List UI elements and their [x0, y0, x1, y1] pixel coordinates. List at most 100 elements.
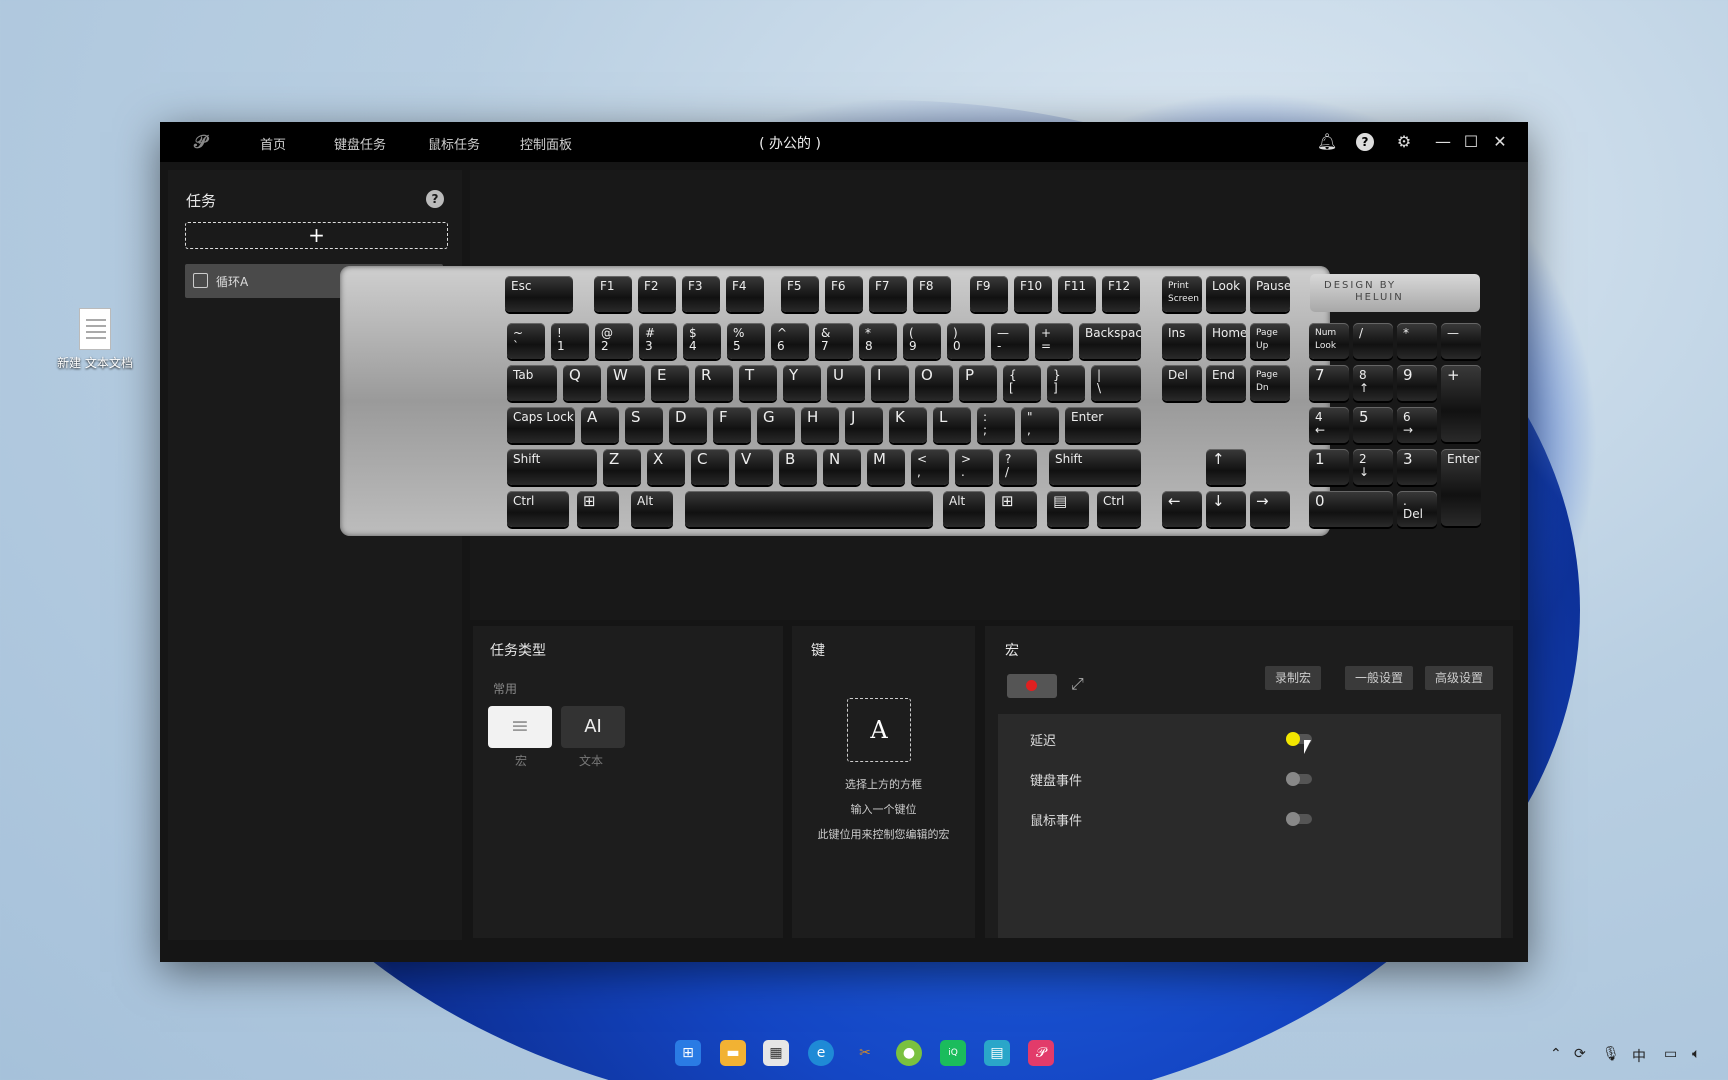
key-0-2[interactable]: F2 [638, 276, 676, 312]
key-1-11[interactable]: — - [991, 323, 1029, 359]
key-1-20[interactable]: — [1441, 323, 1481, 359]
key-4-12[interactable]: ↑ [1206, 449, 1246, 485]
app-green-icon[interactable]: ● [896, 1040, 922, 1066]
key-4-11[interactable]: Shift [1049, 449, 1141, 485]
text-type-button[interactable]: AI [561, 706, 625, 748]
key-1-8[interactable]: * 8 [859, 323, 897, 359]
keyboard-event-toggle[interactable] [1286, 772, 1312, 786]
tab-general-settings[interactable]: 一般设置 [1345, 666, 1414, 690]
key-4-1[interactable]: Z [603, 449, 641, 485]
key-1-9[interactable]: ( 9 [903, 323, 941, 359]
key-1-19[interactable]: * [1397, 323, 1437, 359]
nav-mouse-tasks[interactable]: 鼠标任务 [428, 134, 480, 153]
key-3-11[interactable]: " , [1021, 407, 1059, 443]
key-2-9[interactable]: O [915, 365, 953, 401]
key-0-0[interactable]: Esc [505, 276, 573, 312]
key-1-5[interactable]: % 5 [727, 323, 765, 359]
key-1-3[interactable]: # 3 [639, 323, 677, 359]
key-1-18[interactable]: / [1353, 323, 1393, 359]
key-4-9[interactable]: > . [955, 449, 993, 485]
key-2-17[interactable]: 7 [1309, 365, 1349, 401]
key-0-13[interactable]: Print Screen [1162, 276, 1202, 312]
key-5-12[interactable]: . Del [1397, 491, 1437, 527]
key-1-6[interactable]: ^ 6 [771, 323, 809, 359]
ime-indicator[interactable]: 中 [1632, 1046, 1646, 1066]
key-2-16[interactable]: Page Dn [1250, 365, 1290, 401]
key-2-2[interactable]: W [607, 365, 645, 401]
key-3-8[interactable]: K [889, 407, 927, 443]
key-3-3[interactable]: D [669, 407, 707, 443]
key-0-4[interactable]: F4 [726, 276, 764, 312]
key-2-4[interactable]: R [695, 365, 733, 401]
key-2-20[interactable]: + [1441, 365, 1481, 442]
key-4-6[interactable]: N [823, 449, 861, 485]
key-0-11[interactable]: F11 [1058, 276, 1096, 312]
key-4-8[interactable]: < , [911, 449, 949, 485]
record-button[interactable] [1007, 674, 1057, 698]
key-2-3[interactable]: E [651, 365, 689, 401]
key-3-10[interactable]: : ; [977, 407, 1015, 443]
key-2-12[interactable]: } ] [1047, 365, 1085, 401]
key-4-14[interactable]: 2 ↓ [1353, 449, 1393, 485]
key-3-14[interactable]: 5 [1353, 407, 1393, 443]
key-1-14[interactable]: Ins [1162, 323, 1202, 359]
key-0-9[interactable]: F9 [970, 276, 1008, 312]
key-0-8[interactable]: F8 [913, 276, 951, 312]
key-0-3[interactable]: F3 [682, 276, 720, 312]
key-5-2[interactable]: Alt [631, 491, 673, 527]
key-3-13[interactable]: 4 ← [1309, 407, 1349, 443]
key-5-11[interactable]: 0 [1309, 491, 1393, 527]
key-0-7[interactable]: F7 [869, 276, 907, 312]
key-3-1[interactable]: A [581, 407, 619, 443]
minimize-icon[interactable]: — [1432, 131, 1454, 153]
key-1-10[interactable]: ) 0 [947, 323, 985, 359]
desktop-file-icon[interactable]: 新建 文本文档 [56, 308, 134, 371]
mic-icon[interactable]: 🎙︎ [1602, 1046, 1620, 1062]
key-4-2[interactable]: X [647, 449, 685, 485]
key-5-5[interactable]: ⊞ [995, 491, 1037, 527]
key-2-15[interactable]: End [1206, 365, 1246, 401]
key-3-6[interactable]: H [801, 407, 839, 443]
tab-advanced-settings[interactable]: 高级设置 [1425, 666, 1494, 690]
key-1-17[interactable]: Num Look [1309, 323, 1349, 359]
task-checkbox[interactable] [193, 273, 208, 288]
key-2-18[interactable]: 8 ↑ [1353, 365, 1393, 401]
key-4-15[interactable]: 3 [1397, 449, 1437, 485]
key-1-1[interactable]: ! 1 [551, 323, 589, 359]
iqiyi-icon[interactable]: iQ [940, 1040, 966, 1066]
key-4-10[interactable]: ? / [999, 449, 1037, 485]
store-icon[interactable]: ▦ [763, 1040, 789, 1066]
key-1-13[interactable]: Backspace [1079, 323, 1141, 359]
key-2-0[interactable]: Tab [507, 365, 557, 401]
key-1-15[interactable]: Home [1206, 323, 1246, 359]
key-5-7[interactable]: Ctrl [1097, 491, 1141, 527]
maximize-icon[interactable]: ☐ [1460, 131, 1482, 153]
key-0-1[interactable]: F1 [594, 276, 632, 312]
key-3-0[interactable]: Caps Lock [507, 407, 575, 443]
start-icon[interactable]: ⊞ [675, 1040, 701, 1066]
key-1-0[interactable]: ~ ` [507, 323, 545, 359]
key-4-13[interactable]: 1 [1309, 449, 1349, 485]
nav-home[interactable]: 首页 [260, 134, 286, 153]
key-2-19[interactable]: 9 [1397, 365, 1437, 401]
expand-icon[interactable]: ⤢ [1071, 674, 1084, 694]
key-0-10[interactable]: F10 [1014, 276, 1052, 312]
key-2-8[interactable]: I [871, 365, 909, 401]
key-5-9[interactable]: ↓ [1206, 491, 1246, 527]
notepad-icon[interactable]: ▤ [984, 1040, 1010, 1066]
network-icon[interactable]: ▭ [1664, 1046, 1677, 1062]
key-3-7[interactable]: J [845, 407, 883, 443]
file-explorer-icon[interactable]: ▬ [720, 1040, 746, 1066]
key-0-15[interactable]: Pause [1250, 276, 1290, 312]
nav-keyboard-tasks[interactable]: 键盘任务 [334, 134, 386, 153]
pinterest-app-icon[interactable]: 𝒫 [1028, 1040, 1054, 1066]
key-4-3[interactable]: C [691, 449, 729, 485]
key-2-7[interactable]: U [827, 365, 865, 401]
key-5-10[interactable]: → [1250, 491, 1290, 527]
key-1-7[interactable]: & 7 [815, 323, 853, 359]
close-icon[interactable]: ✕ [1489, 131, 1511, 153]
key-capture-box[interactable]: A [847, 698, 911, 762]
key-4-5[interactable]: B [779, 449, 817, 485]
key-0-12[interactable]: F12 [1102, 276, 1140, 312]
key-2-1[interactable]: Q [563, 365, 601, 401]
